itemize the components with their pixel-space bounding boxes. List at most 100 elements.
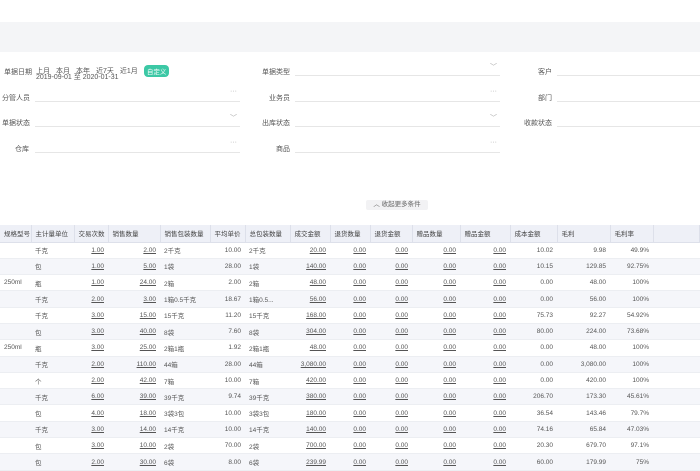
cell-link[interactable]: 0.00 (443, 377, 456, 384)
cell-link[interactable]: 0.00 (353, 393, 366, 400)
table-cell[interactable]: 3.00 (74, 323, 108, 341)
cell-link[interactable]: 0.00 (353, 279, 366, 286)
customer-input[interactable] (557, 62, 700, 76)
table-cell[interactable]: 0.00 (460, 307, 510, 324)
cell-link[interactable]: 0.00 (493, 312, 506, 319)
table-cell[interactable]: 0.00 (330, 356, 370, 373)
column-header[interactable]: 销售包装数量 (160, 225, 211, 243)
cell-link[interactable]: 0.00 (353, 312, 366, 319)
cell-link[interactable]: 6.00 (91, 393, 104, 400)
table-cell[interactable]: 3.00 (108, 290, 160, 308)
table-cell[interactable]: 0.00 (412, 372, 460, 390)
bill-status-select[interactable]: ﹀ (35, 113, 240, 127)
column-header[interactable]: 退货数量 (330, 225, 371, 243)
table-cell[interactable]: 0.00 (460, 339, 510, 357)
table-cell[interactable]: 0.00 (330, 290, 370, 308)
table-cell[interactable]: 140.00 (290, 421, 330, 439)
product-input[interactable]: ··· (295, 139, 500, 153)
cell-link[interactable]: 0.00 (395, 361, 408, 368)
cell-link[interactable]: 3,080.00 (301, 361, 326, 368)
cell-link[interactable]: 0.00 (353, 377, 366, 384)
cell-link[interactable]: 0.00 (353, 263, 366, 270)
table-cell[interactable]: 0.00 (412, 404, 460, 422)
table-cell[interactable]: 304.00 (290, 323, 330, 341)
cell-link[interactable]: 0.00 (395, 410, 408, 417)
table-cell[interactable]: 48.00 (290, 339, 330, 357)
cell-link[interactable]: 0.00 (493, 328, 506, 335)
table-cell[interactable]: 10.00 (108, 437, 160, 455)
table-cell[interactable]: 168.00 (290, 307, 330, 324)
table-cell[interactable]: 0.00 (460, 356, 510, 373)
cell-link[interactable]: 0.00 (395, 312, 408, 319)
cell-link[interactable]: 0.00 (493, 377, 506, 384)
table-cell[interactable]: 25.00 (108, 339, 160, 357)
cell-link[interactable]: 140.00 (306, 426, 326, 433)
table-cell[interactable]: 3.00 (74, 421, 108, 439)
cell-link[interactable]: 0.00 (353, 247, 366, 254)
table-cell[interactable]: 0.00 (460, 421, 510, 439)
table-cell[interactable]: 0.00 (412, 339, 460, 357)
table-cell[interactable]: 0.00 (370, 421, 412, 439)
cell-link[interactable]: 0.00 (443, 459, 456, 466)
table-cell[interactable]: 0.00 (460, 388, 510, 406)
table-cell[interactable]: 0.00 (412, 356, 460, 373)
cell-link[interactable]: 40.00 (140, 328, 156, 335)
column-header[interactable]: 主计量单位 (31, 225, 75, 243)
table-cell[interactable]: 0.00 (460, 274, 510, 292)
cell-link[interactable]: 30.00 (140, 459, 156, 466)
table-cell[interactable]: 0.00 (330, 258, 370, 276)
cell-link[interactable]: 0.00 (493, 442, 506, 449)
column-header[interactable]: 交易次数 (74, 225, 109, 243)
cell-link[interactable]: 0.00 (443, 296, 456, 303)
table-cell[interactable]: 0.00 (412, 421, 460, 439)
table-cell[interactable]: 2.00 (74, 372, 108, 390)
cell-link[interactable]: 0.00 (353, 361, 366, 368)
table-cell[interactable]: 0.00 (330, 242, 370, 259)
table-cell[interactable]: 1.00 (74, 242, 108, 259)
table-cell[interactable]: 24.00 (108, 274, 160, 292)
table-cell[interactable]: 0.00 (412, 307, 460, 324)
cell-link[interactable]: 2.00 (91, 296, 104, 303)
column-header[interactable]: 赠品金额 (460, 225, 511, 243)
cell-link[interactable]: 0.00 (443, 247, 456, 254)
table-cell[interactable]: 0.00 (370, 388, 412, 406)
table-cell[interactable]: 0.00 (330, 274, 370, 292)
table-cell[interactable]: 0.00 (330, 404, 370, 422)
cell-link[interactable]: 0.00 (443, 328, 456, 335)
cell-link[interactable]: 3.00 (91, 328, 104, 335)
table-cell[interactable]: 0.00 (370, 404, 412, 422)
collapse-conditions-button[interactable]: ︿ 收起更多条件 (366, 200, 428, 210)
cell-link[interactable]: 180.00 (306, 410, 326, 417)
cell-link[interactable]: 0.00 (353, 459, 366, 466)
column-header[interactable]: 毛利率 (610, 225, 654, 243)
table-cell[interactable]: 0.00 (460, 242, 510, 259)
table-cell[interactable]: 0.00 (412, 242, 460, 259)
table-cell[interactable]: 39.00 (108, 388, 160, 406)
table-cell[interactable]: 380.00 (290, 388, 330, 406)
table-cell[interactable]: 0.00 (412, 274, 460, 292)
table-cell[interactable]: 1.00 (74, 258, 108, 276)
table-cell[interactable]: 5.00 (108, 258, 160, 276)
cell-link[interactable]: 0.00 (443, 361, 456, 368)
table-cell[interactable]: 2.00 (108, 242, 160, 259)
cell-link[interactable]: 700.00 (306, 442, 326, 449)
cell-link[interactable]: 0.00 (353, 296, 366, 303)
column-header[interactable]: 赠品数量 (412, 225, 461, 243)
cell-link[interactable]: 24.00 (140, 279, 156, 286)
table-cell[interactable]: 4.00 (74, 404, 108, 422)
cell-link[interactable]: 0.00 (395, 247, 408, 254)
more-icon[interactable]: ··· (490, 139, 497, 146)
cell-link[interactable]: 0.00 (443, 426, 456, 433)
cell-link[interactable]: 0.00 (353, 410, 366, 417)
cell-link[interactable]: 0.00 (353, 426, 366, 433)
cell-link[interactable]: 0.00 (395, 296, 408, 303)
cell-link[interactable]: 42.00 (140, 377, 156, 384)
cell-link[interactable]: 48.00 (310, 279, 326, 286)
cell-link[interactable]: 0.00 (493, 361, 506, 368)
cell-link[interactable]: 1.00 (91, 263, 104, 270)
table-cell[interactable]: 3,080.00 (290, 356, 330, 373)
cell-link[interactable]: 420.00 (306, 377, 326, 384)
cell-link[interactable]: 48.00 (310, 344, 326, 351)
table-cell[interactable]: 0.00 (370, 258, 412, 276)
table-cell[interactable]: 0.00 (330, 388, 370, 406)
